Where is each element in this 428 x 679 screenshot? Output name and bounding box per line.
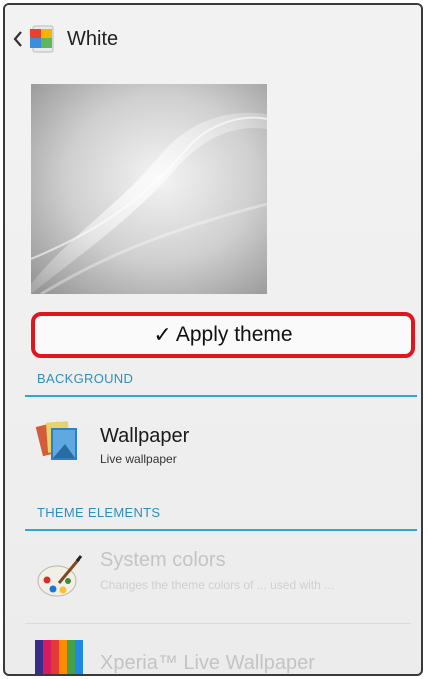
list-divider bbox=[25, 623, 411, 624]
section-header-label: THEME ELEMENTS bbox=[37, 505, 161, 520]
live-wallpaper-icon bbox=[35, 640, 83, 674]
screen: White ✓ Apply theme BACKGROUND Wallpaper… bbox=[3, 3, 423, 676]
chevron-left-icon[interactable] bbox=[13, 31, 23, 47]
section-header-label: BACKGROUND bbox=[37, 371, 134, 386]
list-item-title: Xperia™ Live Wallpaper bbox=[100, 652, 315, 674]
theme-preview-image bbox=[31, 84, 267, 294]
action-bar: White bbox=[5, 5, 421, 73]
page-title: White bbox=[67, 27, 119, 50]
section-header-background: BACKGROUND bbox=[25, 371, 417, 401]
list-item-subtitle: Live wallpaper bbox=[100, 452, 177, 466]
section-divider bbox=[25, 529, 417, 531]
apply-theme-button[interactable]: ✓ Apply theme bbox=[31, 312, 415, 358]
apply-theme-label: Apply theme bbox=[175, 323, 293, 346]
section-divider bbox=[25, 395, 417, 397]
list-item-title: System colors bbox=[100, 549, 226, 571]
list-item-title: Wallpaper bbox=[100, 425, 190, 447]
themes-app-icon[interactable] bbox=[27, 23, 59, 55]
wallpaper-icon bbox=[35, 418, 83, 471]
section-header-theme-elements: THEME ELEMENTS bbox=[25, 505, 417, 535]
list-item-system-colors[interactable]: System colors Changes the theme colors o… bbox=[25, 543, 417, 621]
list-item-subtitle: Changes the theme colors of ... used wit… bbox=[100, 578, 335, 592]
palette-icon bbox=[35, 553, 83, 606]
checkmark-icon: ✓ bbox=[153, 322, 172, 347]
list-item-wallpaper[interactable]: Wallpaper Live wallpaper bbox=[25, 410, 417, 480]
list-item-xperia-live-wallpaper[interactable]: Xperia™ Live Wallpaper bbox=[25, 630, 417, 674]
